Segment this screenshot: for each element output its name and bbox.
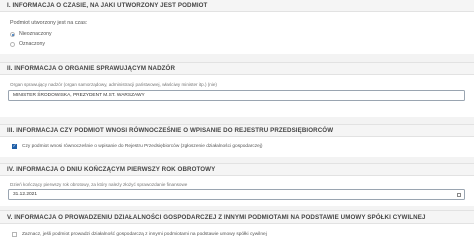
supervisor-input[interactable]: MINISTER ŚRODOWISKA, PREZYDENT M.ST. WAR… [8,90,465,101]
radio-selected-icon[interactable] [10,31,15,37]
section-1-header: I. INFORMACJA O CZASIE, NA JAKI UTWORZON… [0,0,474,12]
section-1-body: Podmiot utworzony jest na czas: Nieoznac… [0,12,474,54]
section-5-title: V. INFORMACJA O PROWADZENIU DZIAŁALNOŚCI… [7,213,426,221]
radio-oznaczony[interactable]: Oznaczony [10,41,45,47]
register-checkbox-row[interactable]: ✓ Czy podmiot wnosi równocześnie o wpisa… [12,144,263,149]
section-1-title: I. INFORMACJA O CZASIE, NA JAKI UTWORZON… [7,2,208,9]
section-5-body: Zaznacz, jeśli podmiot prowadzi działaln… [0,224,474,249]
supervisor-input-value: MINISTER ŚRODOWISKA, PREZYDENT M.ST. WAR… [13,93,145,98]
supervisor-field-label: Organ sprawujący nadzór (organ samorządo… [10,82,217,87]
section-3-header: III. INFORMACJA CZY PODMIOT WNOSI RÓWNOC… [0,124,474,137]
section-2-title: II. INFORMACJA O ORGANIE SPRAWUJĄCYM NAD… [7,65,176,72]
section-2-body: Organ sprawujący nadzór (organ samorządo… [0,75,474,117]
civil-partnership-checkbox-label: Zaznacz, jeśli podmiot prowadzi działaln… [22,232,267,237]
duration-question: Podmiot utworzony jest na czas: [10,20,88,26]
register-checkbox[interactable]: ✓ [12,144,17,149]
civil-partnership-checkbox-row[interactable]: Zaznacz, jeśli podmiot prowadzi działaln… [12,232,267,237]
register-checkbox-label: Czy podmiot wnosi równocześnie o wpisani… [22,144,263,149]
section-2-header: II. INFORMACJA O ORGANIE SPRAWUJĄCYM NAD… [0,62,474,75]
calendar-icon[interactable] [457,193,461,197]
radio-label-nieoznaczony: Nieoznaczony [19,31,52,37]
section-3-title: III. INFORMACJA CZY PODMIOT WNOSI RÓWNOC… [7,127,334,134]
fiscal-year-end-input[interactable]: 31.12.2021 [8,189,465,200]
fiscal-year-field-label: Dzień kończący pierwszy rok obrotowy, za… [10,182,188,187]
section-3-body: ✓ Czy podmiot wnosi równocześnie o wpisa… [0,137,474,157]
radio-nieoznaczony[interactable]: Nieoznaczony [10,31,52,37]
section-4-body: Dzień kończący pierwszy rok obrotowy, za… [0,176,474,206]
fiscal-year-end-value: 31.12.2021 [13,192,38,197]
section-4-title: IV. INFORMACJA O DNIU KOŃCZĄCYM PIERWSZY… [7,166,216,173]
civil-partnership-checkbox[interactable] [12,232,17,237]
radio-unselected-icon[interactable] [10,41,15,47]
radio-label-oznaczony: Oznaczony [19,41,45,47]
section-4-header: IV. INFORMACJA O DNIU KOŃCZĄCYM PIERWSZY… [0,163,474,176]
section-5-header: V. INFORMACJA O PROWADZENIU DZIAŁALNOŚCI… [0,210,474,224]
